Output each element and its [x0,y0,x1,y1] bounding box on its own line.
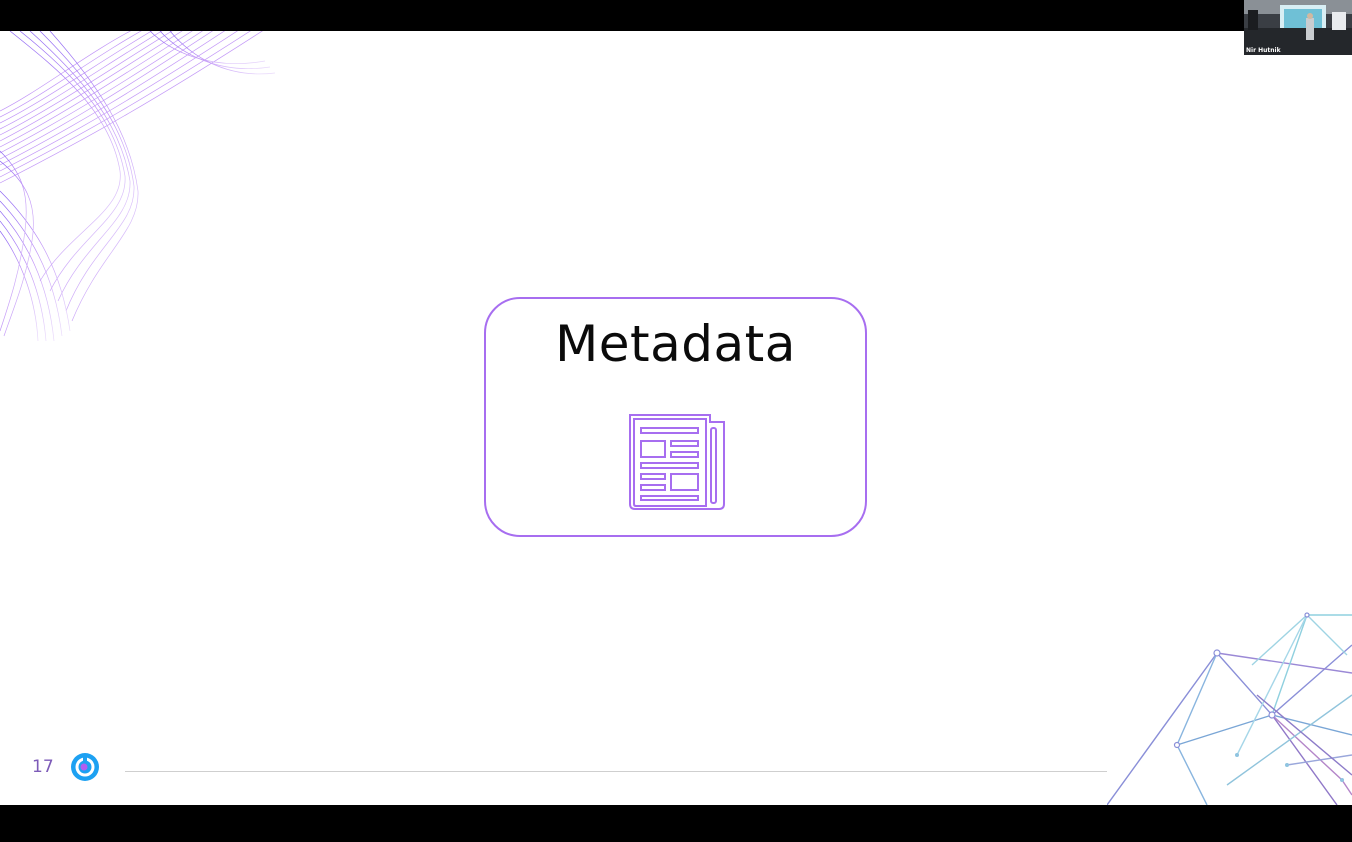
presentation-slide: Metadata 17 [0,31,1352,805]
slide-title: Metadata [555,315,796,373]
decorative-network-graphic [1107,612,1352,805]
slide-number: 17 [32,757,54,777]
top-black-bar [0,0,1352,31]
topic-card: Metadata [484,297,867,537]
footer-divider [125,771,1107,772]
participant-video-thumbnail[interactable]: Nir Hutnik [1244,0,1352,55]
bottom-black-bar [0,805,1352,842]
decorative-waves-graphic [0,31,276,341]
newspaper-icon [629,414,725,510]
participant-name: Nir Hutnik [1246,47,1281,54]
brand-logo-icon [71,753,99,781]
